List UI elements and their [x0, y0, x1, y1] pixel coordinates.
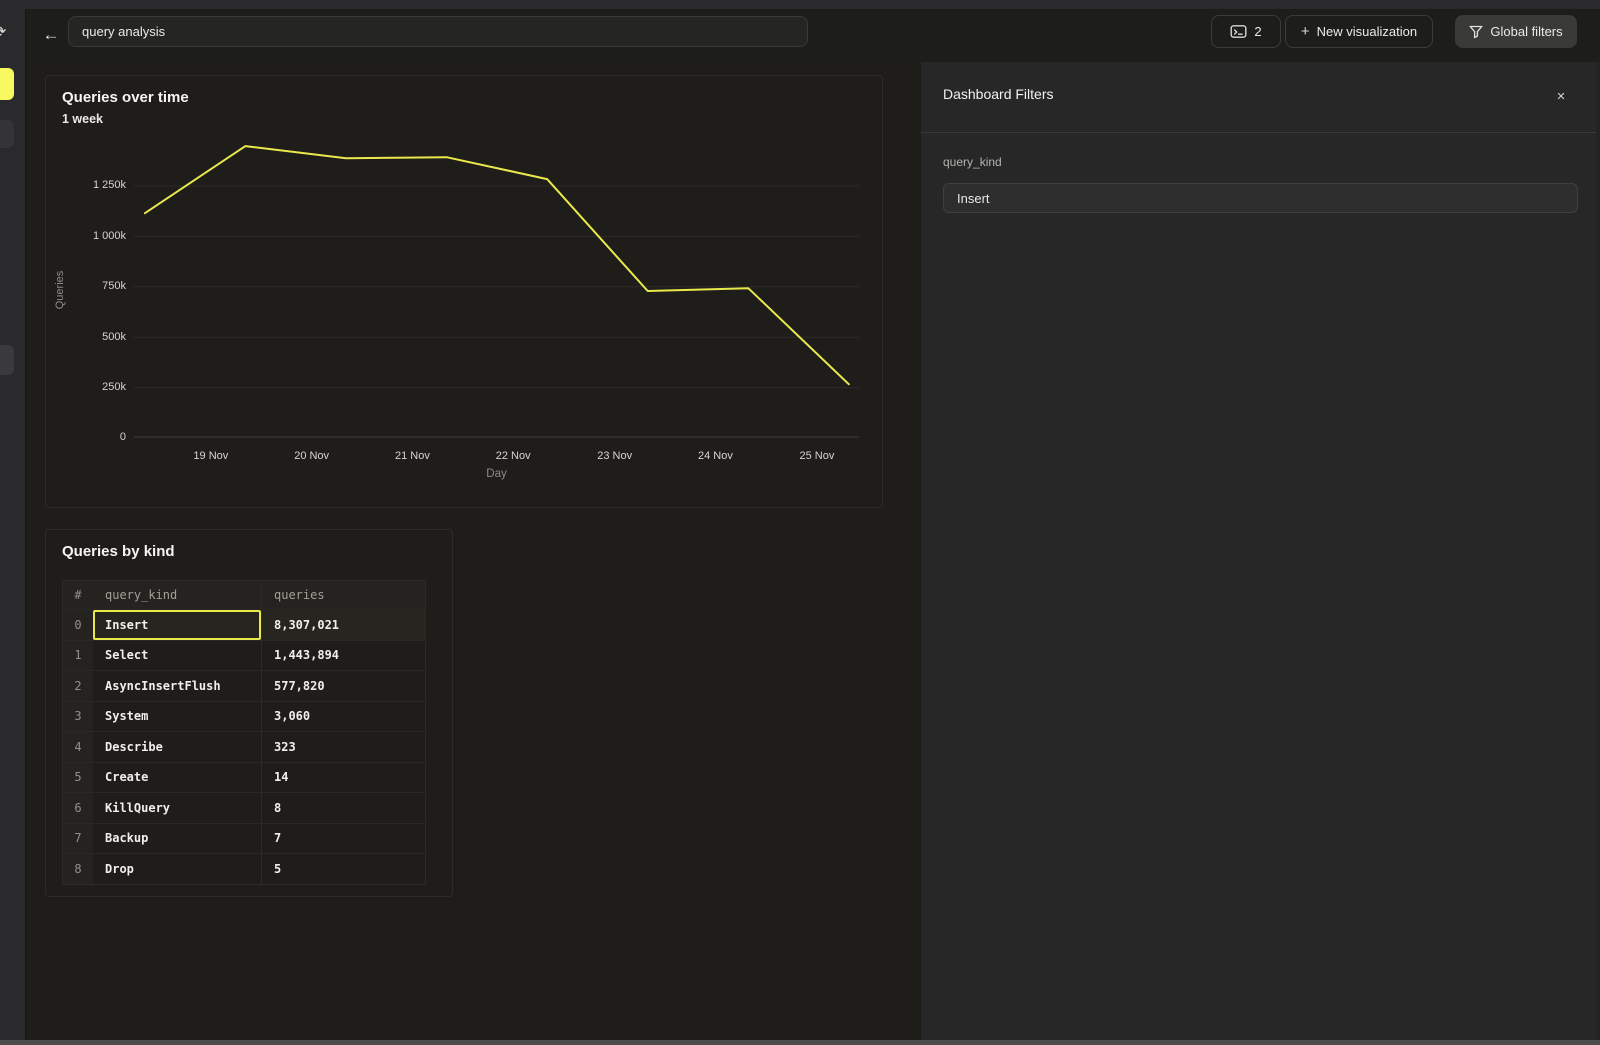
table-row: 7 Backup 7	[63, 823, 425, 854]
queries-over-time-card[interactable]: Queries over time 1 week 1 250k 1 000k 7…	[45, 75, 883, 508]
x-tick: 21 Nov	[395, 450, 430, 462]
horizontal-scrollbar[interactable]	[0, 1040, 1600, 1045]
cell-query-kind[interactable]: KillQuery	[93, 793, 261, 823]
cell-queries[interactable]: 1,443,894	[261, 641, 425, 671]
x-tick: 19 Nov	[193, 450, 228, 462]
filters-panel-title: Dashboard Filters	[943, 86, 1054, 102]
x-axis-title: Day	[134, 468, 859, 480]
plus-icon: +	[1301, 24, 1310, 39]
cell-queries[interactable]: 5	[261, 854, 425, 884]
cell-queries[interactable]: 8,307,021	[261, 610, 425, 640]
cell-query-kind-selected[interactable]: Insert	[93, 610, 261, 640]
funnel-icon	[1469, 25, 1483, 39]
sidebar-item[interactable]	[0, 345, 14, 375]
x-tick: 24 Nov	[698, 450, 733, 462]
y-axis-title: Queries	[54, 210, 66, 370]
back-button[interactable]: ←	[39, 20, 63, 50]
cell-query-kind[interactable]: AsyncInsertFlush	[93, 671, 261, 701]
row-index: 4	[63, 732, 93, 762]
y-tick: 0	[46, 431, 126, 443]
new-visualization-button[interactable]: + New visualization	[1285, 15, 1433, 48]
window-top-strip	[0, 0, 1600, 9]
y-tick: 1 250k	[46, 179, 126, 191]
queries-line-series	[145, 146, 849, 384]
col-header-queries: queries	[261, 581, 425, 609]
top-bar: ← 2 + New visualization Global filters	[27, 9, 1600, 62]
cell-query-kind[interactable]: Describe	[93, 732, 261, 762]
cell-queries[interactable]: 3,060	[261, 702, 425, 732]
dashboard-filters-panel: Dashboard Filters ✕ query_kind	[921, 62, 1600, 1040]
table-row: 5 Create 14	[63, 762, 425, 793]
col-header-kind: query_kind	[93, 581, 261, 609]
history-icon[interactable]: ⟳	[0, 22, 6, 42]
queries-by-kind-card[interactable]: Queries by kind # query_kind queries 0 I…	[45, 529, 453, 897]
close-icon: ✕	[1556, 90, 1565, 103]
left-sidebar: ⟳	[0, 9, 26, 1045]
table-header-row: # query_kind queries	[63, 581, 425, 609]
x-tick: 20 Nov	[294, 450, 329, 462]
cell-queries[interactable]: 14	[261, 763, 425, 793]
cell-query-kind[interactable]: System	[93, 702, 261, 732]
dashboard-canvas: Queries over time 1 week 1 250k 1 000k 7…	[27, 62, 921, 1040]
cell-queries[interactable]: 577,820	[261, 671, 425, 701]
x-tick: 25 Nov	[800, 450, 835, 462]
row-index: 1	[63, 641, 93, 671]
table-row: 3 System 3,060	[63, 701, 425, 732]
tab-count-button[interactable]: 2	[1211, 15, 1281, 48]
col-header-index: #	[63, 581, 93, 609]
tab-count-label: 2	[1254, 24, 1261, 39]
table-row: 8 Drop 5	[63, 853, 425, 884]
cell-queries[interactable]: 8	[261, 793, 425, 823]
panel-divider	[921, 132, 1600, 133]
row-index: 7	[63, 824, 93, 854]
new-visualization-label: New visualization	[1317, 24, 1417, 39]
line-chart-svg	[134, 136, 859, 438]
terminal-icon	[1230, 24, 1247, 39]
back-arrow-icon: ←	[43, 25, 60, 45]
table-title: Queries by kind	[62, 543, 175, 560]
cell-queries[interactable]: 323	[261, 732, 425, 762]
query-kind-filter-input[interactable]	[943, 183, 1578, 213]
line-chart-plot	[134, 136, 859, 438]
x-axis-tick-labels: 19 Nov 20 Nov 21 Nov 22 Nov 23 Nov 24 No…	[134, 450, 859, 464]
sidebar-item-active[interactable]	[0, 68, 14, 100]
row-index: 8	[63, 854, 93, 884]
chart-title: Queries over time	[62, 89, 189, 106]
table-row: 1 Select 1,443,894	[63, 640, 425, 671]
filter-field-label: query_kind	[943, 155, 1002, 169]
cell-query-kind[interactable]: Backup	[93, 824, 261, 854]
table-row: 4 Describe 323	[63, 731, 425, 762]
chart-subtitle: 1 week	[62, 112, 103, 126]
global-filters-button[interactable]: Global filters	[1455, 15, 1577, 48]
x-tick: 23 Nov	[597, 450, 632, 462]
table-row: 2 AsyncInsertFlush 577,820	[63, 670, 425, 701]
row-index: 5	[63, 763, 93, 793]
cell-query-kind[interactable]: Create	[93, 763, 261, 793]
y-tick: 250k	[46, 381, 126, 393]
close-filters-button[interactable]: ✕	[1552, 87, 1570, 105]
x-tick: 22 Nov	[496, 450, 531, 462]
row-index: 2	[63, 671, 93, 701]
cell-query-kind[interactable]: Select	[93, 641, 261, 671]
gridlines	[134, 186, 859, 388]
sidebar-item[interactable]	[0, 120, 14, 148]
panel-scrollbar[interactable]	[1596, 62, 1600, 1040]
queries-table: # query_kind queries 0 Insert 8,307,021 …	[62, 580, 426, 885]
cell-queries[interactable]: 7	[261, 824, 425, 854]
row-index: 0	[63, 610, 93, 640]
global-filters-label: Global filters	[1490, 24, 1562, 39]
cell-query-kind[interactable]: Drop	[93, 854, 261, 884]
row-index: 6	[63, 793, 93, 823]
row-index: 3	[63, 702, 93, 732]
table-row: 0 Insert 8,307,021	[63, 609, 425, 640]
dashboard-title-input[interactable]	[68, 16, 808, 47]
table-row: 6 KillQuery 8	[63, 792, 425, 823]
